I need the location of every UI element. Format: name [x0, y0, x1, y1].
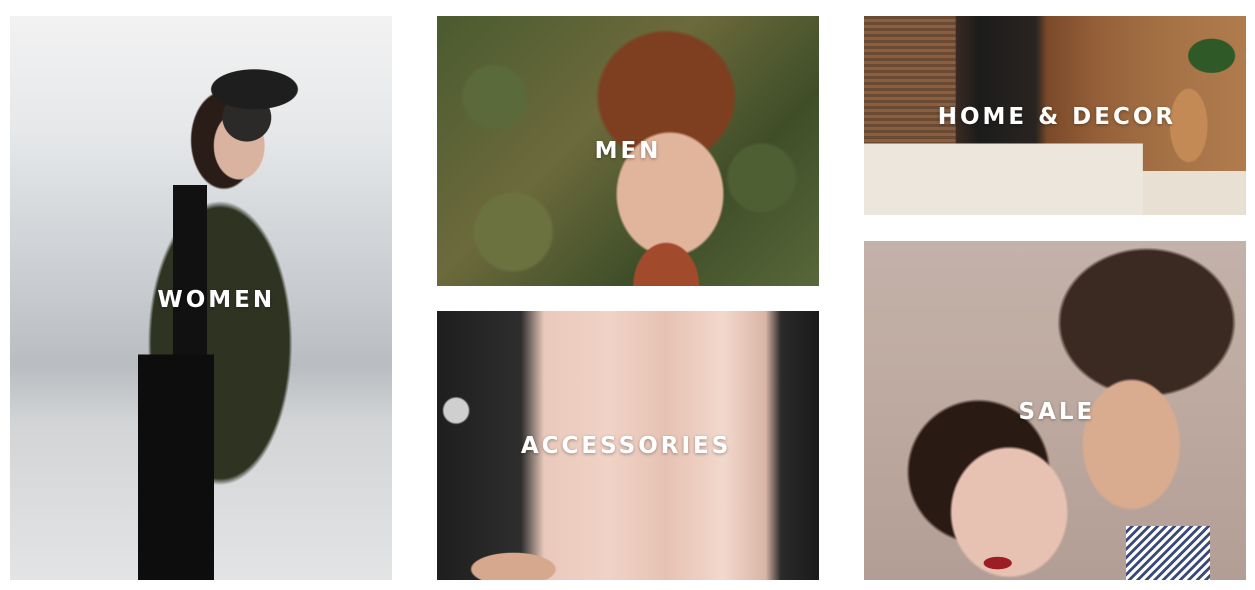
- category-grid: WOMEN MEN ACCESSORIES HOME & DECOR SALE: [0, 0, 1255, 590]
- category-tile-women[interactable]: WOMEN: [10, 16, 392, 580]
- men-category-label: MEN: [594, 138, 662, 164]
- home-decor-category-label: HOME & DECOR: [937, 104, 1177, 131]
- sale-category-label: SALE: [1018, 399, 1096, 426]
- women-category-label: WOMEN: [157, 287, 276, 314]
- category-tile-sale[interactable]: SALE: [864, 241, 1246, 580]
- accessories-category-label: ACCESSORIES: [520, 432, 732, 459]
- category-tile-accessories[interactable]: ACCESSORIES: [437, 311, 819, 580]
- category-tile-men[interactable]: MEN: [437, 16, 819, 286]
- category-tile-home-decor[interactable]: HOME & DECOR: [864, 16, 1246, 215]
